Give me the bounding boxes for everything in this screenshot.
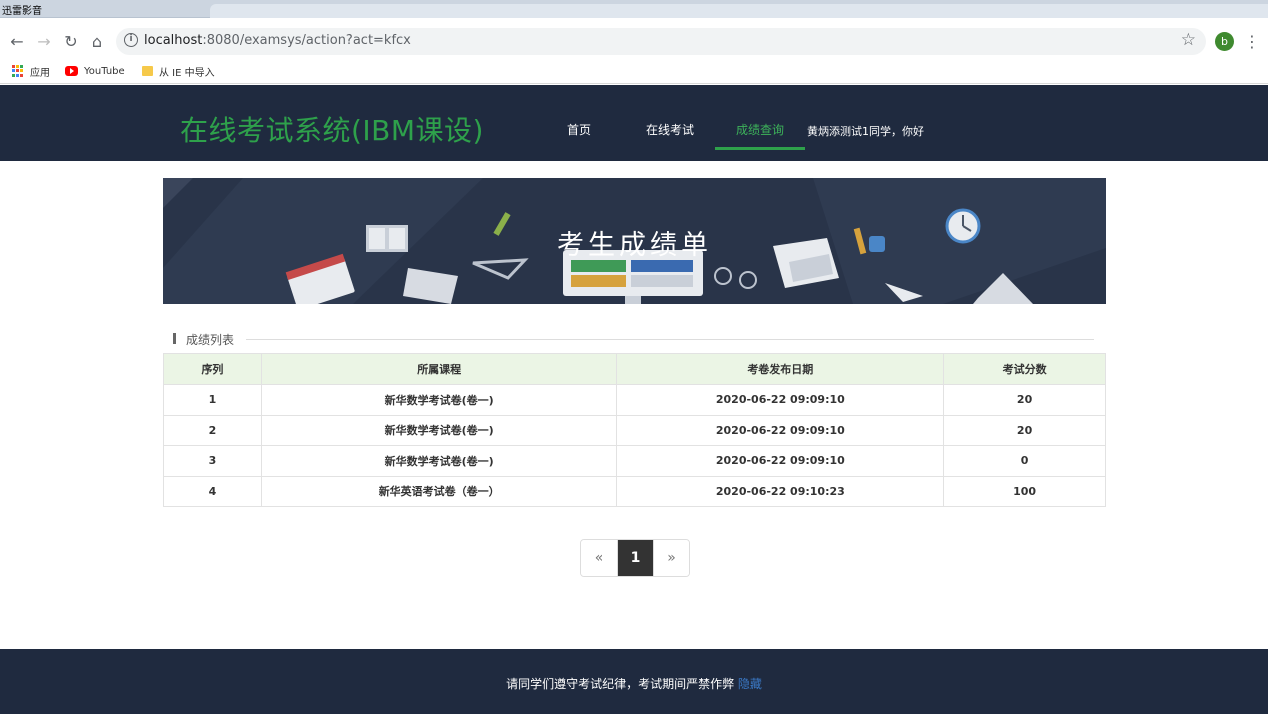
course-name: 新华数学考试卷(卷一) [260, 414, 618, 446]
apps-grid-icon [12, 65, 24, 77]
site-logo[interactable]: 在线考试系统(IBM课设) [180, 109, 484, 149]
home-icon[interactable]: ⌂ [86, 31, 108, 53]
bookmark-label: 从 IE 中导入 [159, 67, 215, 79]
table-row: 3 新华数学考试卷(卷一) 2020-06-22 09:09:10 0 [163, 445, 1106, 477]
publish-date: 2020-06-22 09:09:10 [616, 445, 945, 477]
nav-home[interactable]: 首页 [567, 121, 591, 138]
back-icon[interactable]: ← [6, 31, 28, 53]
window-title: 迅雷影音 [2, 6, 42, 17]
reload-icon[interactable]: ↻ [60, 31, 82, 53]
column-header: 序列 [163, 353, 262, 385]
next-page-button[interactable]: » [653, 540, 689, 576]
footer-hide-link[interactable]: 隐藏 [738, 677, 762, 691]
section-marker [173, 333, 176, 344]
nav-active-indicator [715, 147, 805, 150]
table-row: 4 新华英语考试卷（卷一） 2020-06-22 09:10:23 100 [163, 475, 1106, 507]
user-greeting: 黄炳添测试1同学，你好 [807, 125, 924, 138]
youtube-icon [65, 66, 78, 76]
profile-avatar[interactable]: b [1215, 32, 1234, 51]
nav-online-exam[interactable]: 在线考试 [646, 121, 694, 138]
footer-text: 请同学们遵守考试纪律，考试期间严禁作弊 [506, 677, 735, 691]
publish-date: 2020-06-22 09:09:10 [616, 414, 945, 446]
bookmarks-bar: 应用 YouTube 从 IE 中导入 [0, 60, 1268, 82]
bookmark-apps[interactable]: 应用 [12, 63, 50, 79]
exam-score: 0 [943, 445, 1106, 477]
row-index: 2 [163, 414, 262, 446]
browser-toolbar: ← → ↻ ⌂ i localhost:8080/examsys/action?… [0, 18, 1268, 84]
forward-icon[interactable]: → [33, 31, 55, 53]
column-header: 考卷发布日期 [616, 353, 945, 385]
prev-page-button[interactable]: « [581, 540, 617, 576]
table-row: 1 新华数学考试卷(卷一) 2020-06-22 09:09:10 20 [163, 384, 1106, 416]
url-text[interactable]: localhost:8080/examsys/action?act=kfcx [144, 33, 411, 48]
column-header: 考试分数 [943, 353, 1106, 385]
tab-strip [210, 4, 1268, 18]
site-header: 在线考试系统(IBM课设) 首页 在线考试 成绩查询 黄炳添测试1同学，你好 [0, 85, 1268, 161]
table-row: 2 新华数学考试卷(卷一) 2020-06-22 09:09:10 20 [163, 414, 1106, 446]
table-header-row: 序列 所属课程 考卷发布日期 考试分数 [163, 353, 1106, 385]
site-info-icon[interactable]: i [124, 33, 138, 47]
bookmark-label: 应用 [30, 67, 50, 79]
exam-score: 100 [943, 475, 1106, 507]
browser-menu-icon[interactable]: ⋮ [1244, 31, 1260, 53]
pagination: « 1 » [580, 539, 690, 577]
bookmark-label: YouTube [84, 65, 125, 77]
current-page-button[interactable]: 1 [617, 540, 653, 576]
course-name: 新华数学考试卷(卷一) [260, 384, 618, 416]
exam-score: 20 [943, 384, 1106, 416]
section-divider [246, 339, 1094, 340]
publish-date: 2020-06-22 09:10:23 [616, 475, 945, 507]
course-name: 新华数学考试卷(卷一) [260, 445, 618, 477]
banner-title: 考生成绩单 [557, 230, 712, 261]
footer-notice: 请同学们遵守考试纪律，考试期间严禁作弊 隐藏 [0, 675, 1268, 692]
course-name: 新华英语考试卷（卷一） [260, 475, 618, 507]
row-index: 3 [163, 445, 262, 477]
score-table: 序列 所属课程 考卷发布日期 考试分数 1 新华数学考试卷(卷一) 2020-0… [163, 353, 1106, 507]
row-index: 1 [163, 384, 262, 416]
folder-icon [142, 66, 153, 76]
window-title-bar: 迅雷影音 [0, 0, 1268, 18]
bookmark-youtube[interactable]: YouTube [65, 63, 125, 79]
bookmark-ie-import[interactable]: 从 IE 中导入 [142, 63, 215, 79]
row-index: 4 [163, 475, 262, 507]
address-bar[interactable]: i localhost:8080/examsys/action?act=kfcx… [116, 28, 1206, 55]
column-header: 所属课程 [260, 353, 618, 385]
banner: 考生成绩单 [163, 178, 1106, 304]
publish-date: 2020-06-22 09:09:10 [616, 384, 945, 416]
exam-score: 20 [943, 414, 1106, 446]
section-title: 成绩列表 [186, 333, 235, 347]
site-footer: 请同学们遵守考试纪律，考试期间严禁作弊 隐藏 [0, 649, 1268, 714]
section-header: 成绩列表 [172, 331, 1094, 347]
nav-score-query[interactable]: 成绩查询 [736, 121, 784, 138]
bookmark-star-icon[interactable]: ☆ [1181, 30, 1196, 50]
